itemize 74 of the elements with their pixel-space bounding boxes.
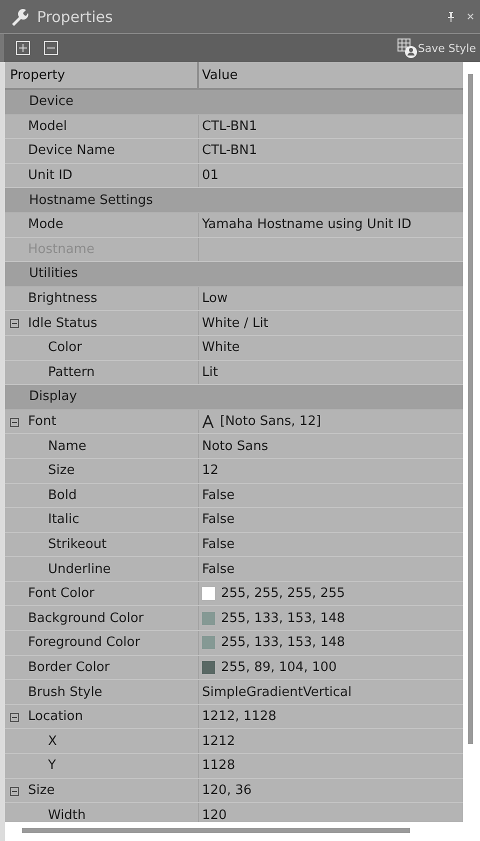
property-name: Font Color <box>28 586 94 602</box>
collapse-icon[interactable] <box>10 319 19 328</box>
property-value[interactable]: 1212 <box>202 734 236 749</box>
collapse-all-icon[interactable] <box>44 41 58 55</box>
property-name: Size <box>28 782 55 798</box>
property-name: Unit ID <box>28 168 72 184</box>
property-value[interactable]: 120, 36 <box>202 782 252 798</box>
property-name: Width <box>48 808 86 822</box>
property-name: Name <box>48 438 86 454</box>
category-row[interactable]: Utilities <box>5 262 463 287</box>
property-name: Idle Status <box>28 316 98 331</box>
property-value[interactable]: 255, 133, 153, 148 <box>221 610 346 626</box>
category-label: Device <box>29 94 74 110</box>
property-value[interactable]: 120 <box>202 808 227 822</box>
property-value[interactable]: SimpleGradientVertical <box>202 684 352 700</box>
property-value[interactable]: False <box>202 536 235 552</box>
property-name: Device Name <box>28 143 115 158</box>
category-label: Display <box>29 389 77 404</box>
property-name: Mode <box>28 217 64 232</box>
property-value[interactable]: White / Lit <box>202 316 268 331</box>
property-name: Font <box>28 414 56 430</box>
property-value[interactable]: False <box>202 512 235 528</box>
property-name: Size <box>48 463 75 478</box>
horizontal-scrollbar[interactable] <box>0 822 480 841</box>
save-style-button[interactable]: Save Style <box>396 38 476 58</box>
property-value[interactable]: White <box>202 340 240 356</box>
property-value[interactable]: [Noto Sans, 12] <box>220 414 322 430</box>
property-value[interactable]: 1128 <box>202 758 236 774</box>
property-name: Underline <box>48 562 111 577</box>
property-name: Foreground Color <box>28 635 140 650</box>
column-header[interactable]: Value <box>199 62 238 88</box>
property-name: Italic <box>48 512 80 528</box>
window-title: Properties <box>37 8 114 26</box>
pin-icon[interactable] <box>447 12 455 22</box>
vertical-scrollbar[interactable] <box>463 62 480 822</box>
property-value[interactable]: 1212, 1128 <box>202 709 276 724</box>
grid-user-icon <box>396 38 417 58</box>
property-name: Brush Style <box>28 684 102 700</box>
property-name: Pattern <box>48 364 95 380</box>
column-header[interactable]: Property <box>5 62 199 88</box>
property-value[interactable]: 12 <box>202 463 219 478</box>
category-label: Hostname Settings <box>29 192 153 208</box>
property-name: Model <box>28 118 68 134</box>
property-value[interactable]: CTL-BN1 <box>202 143 258 158</box>
collapse-icon[interactable] <box>10 418 19 427</box>
property-name: Strikeout <box>48 536 107 552</box>
property-value[interactable]: False <box>202 562 235 577</box>
category-row[interactable]: Hostname Settings <box>5 188 463 213</box>
font-icon <box>202 415 214 428</box>
collapse-icon[interactable] <box>10 786 19 796</box>
collapse-icon[interactable] <box>10 712 19 722</box>
property-value[interactable]: Lit <box>202 364 218 380</box>
close-icon[interactable] <box>467 13 474 20</box>
expand-all-icon[interactable] <box>16 41 30 55</box>
category-row[interactable]: Device <box>5 90 463 115</box>
property-name: Background Color <box>28 610 144 626</box>
property-name: Y <box>48 758 56 774</box>
property-value[interactable]: Low <box>202 291 228 306</box>
property-name: Color <box>48 340 82 356</box>
property-name: X <box>48 734 57 749</box>
property-value[interactable]: 01 <box>202 168 219 184</box>
property-name: Border Color <box>28 660 110 675</box>
property-value[interactable]: Yamaha Hostname using Unit ID <box>202 217 412 232</box>
property-name: Location <box>28 709 83 724</box>
property-value[interactable]: 255, 133, 153, 148 <box>221 635 346 650</box>
category-label: Utilities <box>29 266 78 282</box>
property-value[interactable]: 255, 255, 255, 255 <box>221 586 346 602</box>
property-name: Bold <box>48 488 77 503</box>
property-value[interactable]: False <box>202 488 235 503</box>
property-value[interactable]: 255, 89, 104, 100 <box>221 660 337 675</box>
property-value[interactable]: Noto Sans <box>202 438 268 454</box>
category-row[interactable]: Display <box>5 385 463 410</box>
property-name: Brightness <box>28 291 98 306</box>
property-value[interactable]: CTL-BN1 <box>202 118 258 134</box>
